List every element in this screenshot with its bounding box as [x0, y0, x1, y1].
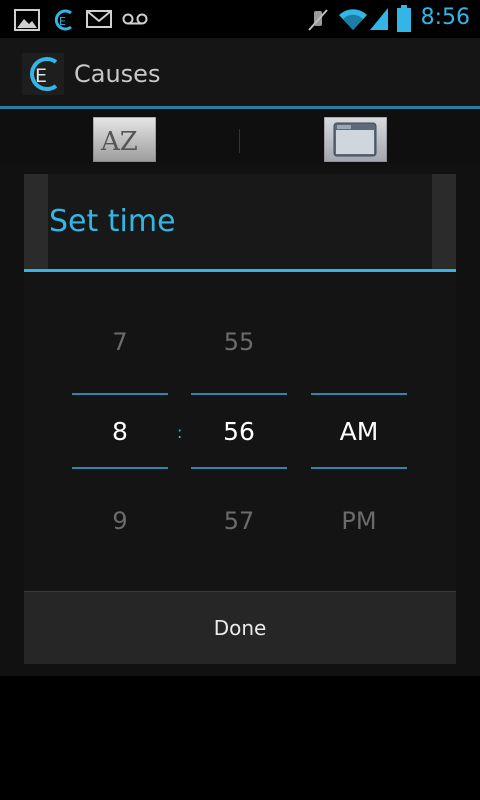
- sort-az-icon: AZ: [92, 116, 157, 163]
- ampm-divider-bottom: [311, 467, 407, 469]
- hour-divider-bottom: [72, 467, 168, 469]
- ampm-divider-top: [311, 393, 407, 395]
- mute-icon: [308, 9, 328, 31]
- voicemail-icon: [122, 13, 148, 25]
- ampm-current[interactable]: AM: [311, 417, 407, 446]
- app-e-icon: E: [54, 9, 72, 31]
- toolbar: AZ: [0, 109, 480, 164]
- battery-icon: [397, 5, 411, 32]
- wifi-icon: [339, 9, 367, 31]
- action-bar: E Causes: [0, 38, 480, 108]
- status-bar: E 8:56: [0, 0, 480, 38]
- app-title: Causes: [74, 60, 161, 88]
- done-button[interactable]: Done: [24, 592, 456, 664]
- toolbar-separator: [239, 129, 240, 153]
- minute-current[interactable]: 56: [191, 417, 287, 446]
- dialog-header: Set time: [24, 174, 456, 270]
- window-icon: [323, 116, 388, 163]
- signal-icon: [370, 8, 388, 30]
- dialog-edge-right: [432, 174, 456, 270]
- ampm-next[interactable]: PM: [311, 507, 407, 535]
- window-button[interactable]: [323, 116, 388, 163]
- set-time-dialog: Set time 7 8 9 : 55 56 57 AM PM Done: [24, 174, 456, 664]
- hour-prev[interactable]: 7: [72, 328, 168, 356]
- sort-az-button[interactable]: AZ: [92, 116, 157, 163]
- hour-divider-top: [72, 393, 168, 395]
- image-icon: [14, 9, 40, 31]
- time-separator: :: [177, 423, 183, 442]
- dialog-title: Set time: [49, 204, 176, 239]
- svg-text:E: E: [35, 65, 47, 87]
- gmail-icon: [86, 10, 112, 28]
- minute-divider-bottom: [191, 467, 287, 469]
- clock-time: 8:56: [420, 5, 470, 30]
- minute-prev[interactable]: 55: [191, 328, 287, 356]
- app-logo[interactable]: E: [22, 53, 64, 95]
- svg-text:E: E: [59, 15, 66, 28]
- dialog-edge-left: [24, 174, 48, 270]
- hour-current[interactable]: 8: [72, 417, 168, 446]
- dialog-footer: Done: [24, 591, 456, 664]
- minute-next[interactable]: 57: [191, 507, 287, 535]
- minute-divider-top: [191, 393, 287, 395]
- hour-next[interactable]: 9: [72, 507, 168, 535]
- dialog-title-divider: [24, 269, 456, 272]
- svg-text:AZ: AZ: [100, 127, 138, 157]
- app-logo-icon: E: [30, 57, 58, 91]
